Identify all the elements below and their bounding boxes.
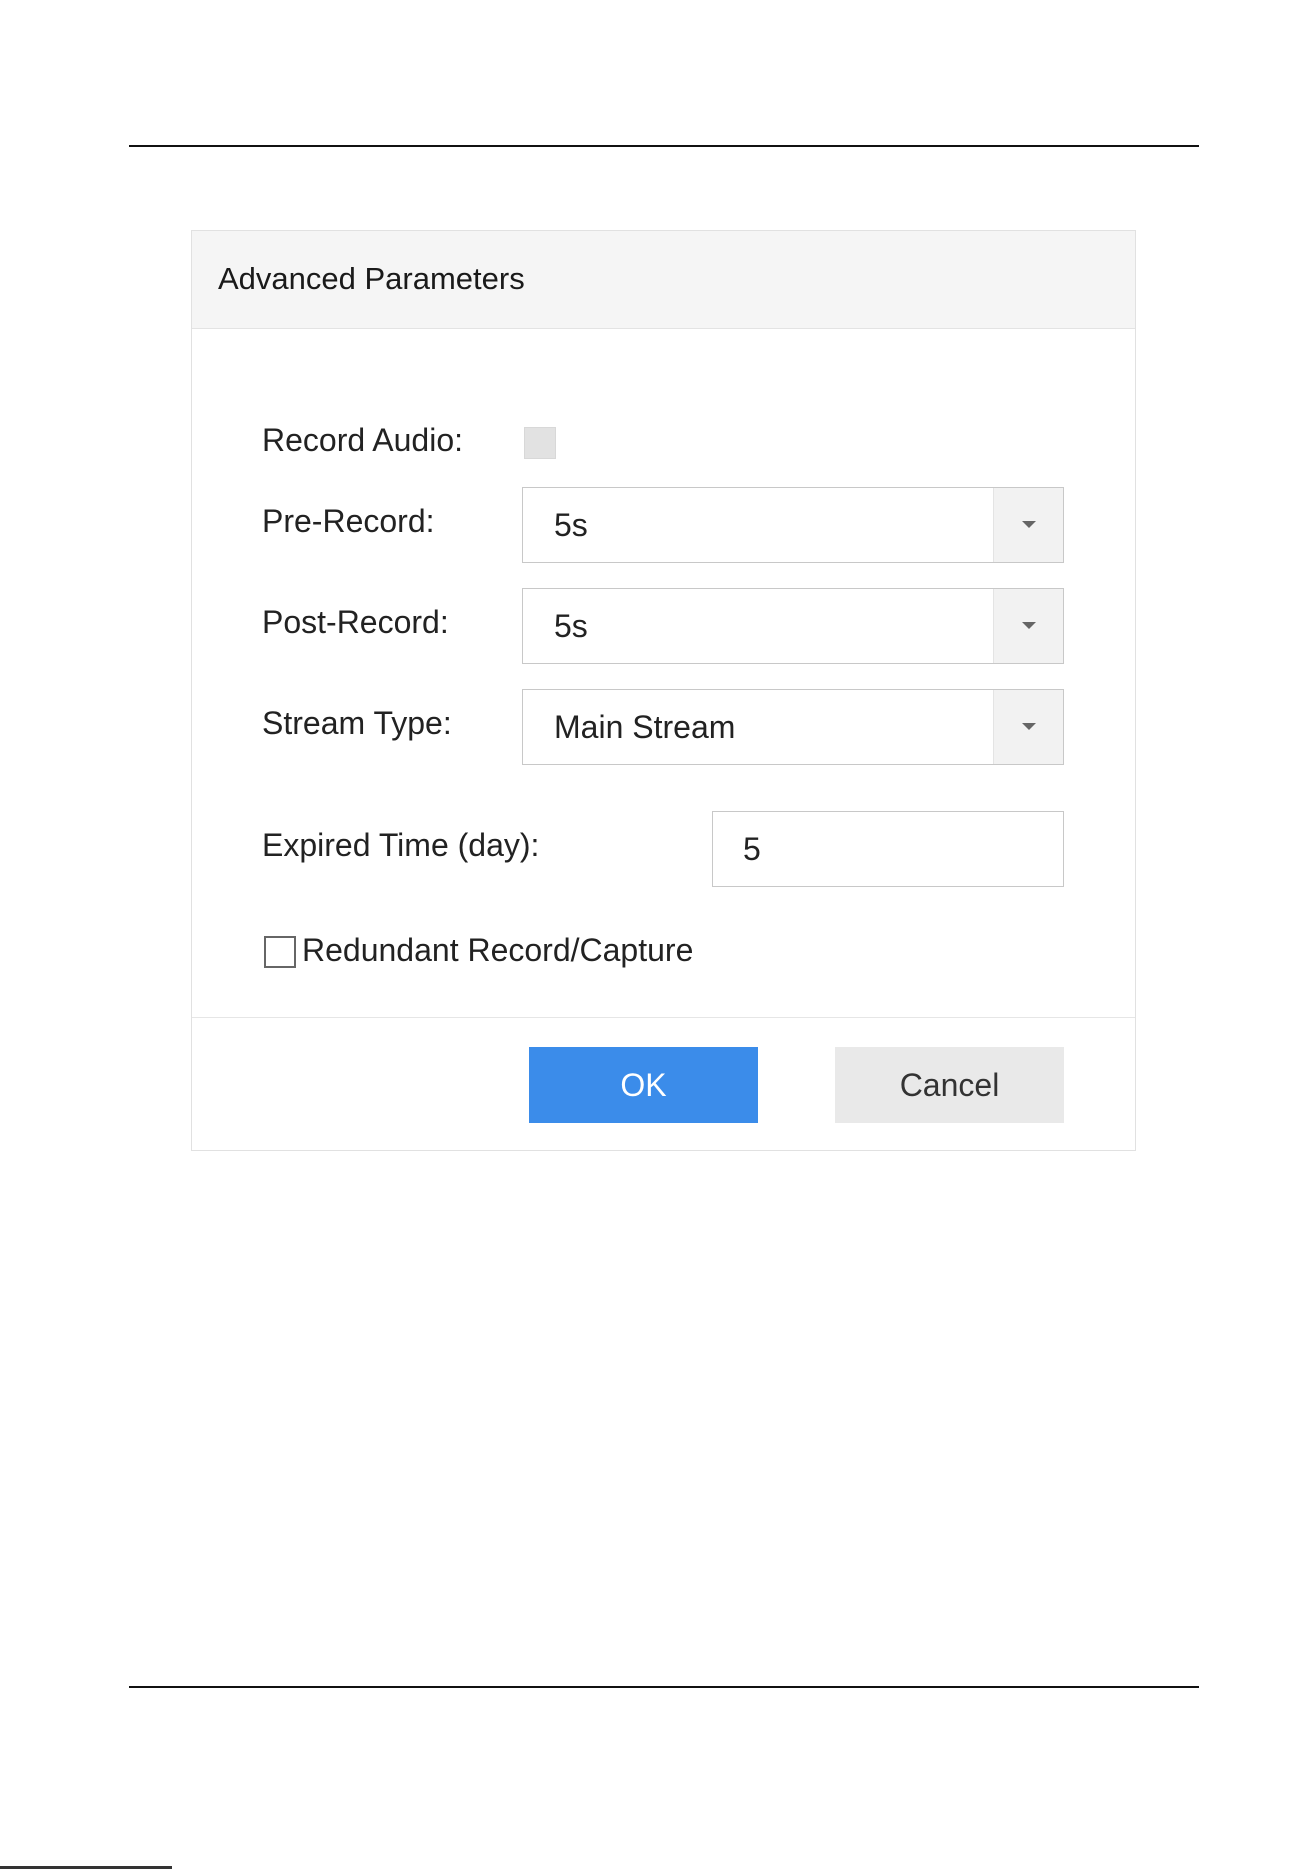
page-bottom-rule — [129, 1686, 1199, 1688]
redundant-label[interactable]: Redundant Record/Capture — [302, 932, 693, 969]
footer-divider — [192, 1017, 1135, 1018]
post-record-select[interactable]: 5s — [522, 588, 1064, 664]
expired-time-label: Expired Time (day): — [262, 827, 540, 863]
stream-type-label: Stream Type: — [262, 705, 452, 741]
chevron-down-icon[interactable] — [993, 589, 1063, 663]
stream-type-select[interactable]: Main Stream — [522, 689, 1064, 765]
page-top-rule — [129, 145, 1199, 147]
advanced-parameters-dialog: Advanced Parameters Record Audio: Pre-Re… — [191, 230, 1136, 1151]
dialog-title: Advanced Parameters — [218, 261, 525, 296]
post-record-label: Post-Record: — [262, 604, 449, 640]
cancel-button[interactable]: Cancel — [835, 1047, 1064, 1123]
dialog-header: Advanced Parameters — [192, 231, 1135, 329]
stream-type-value: Main Stream — [554, 709, 736, 745]
pre-record-value: 5s — [554, 507, 588, 543]
ok-button[interactable]: OK — [529, 1047, 758, 1123]
redundant-checkbox[interactable] — [264, 936, 296, 968]
pre-record-label: Pre-Record: — [262, 503, 435, 539]
record-audio-checkbox[interactable] — [524, 427, 556, 459]
expired-time-input[interactable]: 5 — [712, 811, 1064, 887]
post-record-value: 5s — [554, 608, 588, 644]
footer-mark — [0, 1866, 172, 1869]
chevron-down-icon[interactable] — [993, 488, 1063, 562]
chevron-down-icon[interactable] — [993, 690, 1063, 764]
pre-record-select[interactable]: 5s — [522, 487, 1064, 563]
record-audio-label: Record Audio: — [262, 422, 464, 458]
